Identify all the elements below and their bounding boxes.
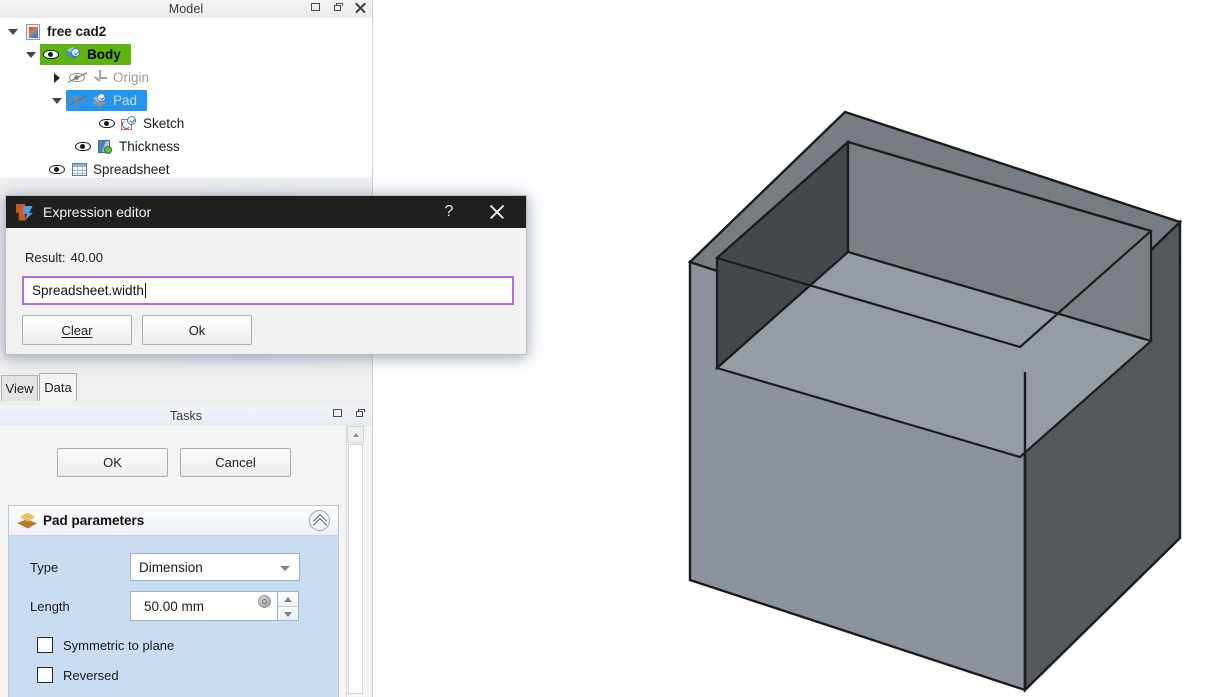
tab-data[interactable]: Data [39, 373, 77, 401]
tree-item-label: Spreadsheet [93, 162, 170, 177]
tree-item-label: Body [87, 47, 121, 62]
expression-editor-buttons: Clear Ok [22, 315, 252, 345]
scrollbar-thumb[interactable] [348, 444, 363, 694]
scrollbar-up-icon[interactable] [347, 426, 364, 443]
tasks-panel-buttons [332, 407, 367, 421]
visibility-eye-icon[interactable] [46, 158, 68, 181]
tree-item-label: Pad [113, 93, 138, 108]
expression-editor-dialog: Expression editor ? Result: 40.00 Spreads… [5, 195, 527, 355]
expander-chevron-down-icon[interactable] [48, 89, 66, 112]
symmetric-to-plane-checkbox[interactable] [37, 637, 53, 653]
restore-icon[interactable] [332, 407, 345, 421]
tree-item-label: free cad2 [47, 24, 107, 39]
model-tree[interactable]: free cad2 Body Origin Pad Sketch Thickne… [0, 18, 372, 178]
visibility-eye-hidden-icon[interactable] [66, 66, 88, 89]
pad-parameters-panel: Pad parameters Type Dimension Length 50.… [8, 505, 339, 697]
expression-input[interactable]: Spreadsheet.width [22, 276, 514, 305]
pad-length-row: Length 50.00 mm [9, 591, 338, 621]
clear-button[interactable]: Clear [22, 315, 132, 345]
expression-input-value: Spreadsheet.width [32, 283, 144, 298]
pad-length-label: Length [30, 598, 70, 614]
spreadsheet-icon [68, 158, 90, 181]
pad-type-select[interactable]: Dimension [130, 553, 300, 581]
thickness-icon [94, 135, 116, 158]
clear-button-label: Clear [61, 322, 93, 338]
pad-type-value: Dimension [139, 559, 203, 575]
help-button[interactable]: ? [434, 196, 464, 228]
expression-editor-title: Expression editor [43, 204, 152, 220]
expression-result: Result: 40.00 [25, 250, 103, 265]
tasks-panel-title: Tasks [170, 409, 202, 423]
visibility-eye-icon[interactable] [96, 112, 118, 135]
reversed-label: Reversed [63, 667, 119, 683]
reversed-row[interactable]: Reversed [9, 660, 338, 690]
tasks-scroll-area: OK Cancel Pad parameters Type Dimension … [0, 426, 347, 697]
chevron-down-icon [280, 566, 290, 571]
expander-chevron-down-icon[interactable] [22, 43, 40, 66]
origin-axis-icon [88, 66, 110, 89]
pad-length-spinbox[interactable]: 50.00 mm [130, 591, 300, 621]
close-icon[interactable] [478, 196, 516, 228]
close-icon[interactable] [354, 1, 367, 15]
pad-type-label: Type [30, 559, 59, 575]
float-icon[interactable] [332, 1, 345, 15]
model-panel-header: Model [0, 0, 372, 18]
spinner-buttons [278, 591, 299, 621]
ok-button[interactable]: Ok [142, 315, 252, 345]
tasks-panel-header: Tasks [0, 406, 372, 426]
tree-item-document[interactable]: free cad2 [0, 20, 372, 43]
task-dialog-buttons: OK Cancel [0, 448, 347, 477]
spinner-up-icon[interactable] [278, 592, 298, 607]
tasks-panel: Tasks OK Cancel Pad parameters Type Dime… [0, 406, 372, 697]
expression-editor-titlebar[interactable]: Expression editor ? [6, 196, 526, 228]
body-cube-icon [62, 43, 84, 66]
tree-item-thickness[interactable]: Thickness [0, 135, 372, 158]
visibility-eye-icon[interactable] [72, 135, 94, 158]
pad-parameters-icon [17, 511, 39, 531]
tree-item-spreadsheet[interactable]: Spreadsheet [0, 158, 372, 181]
symmetric-to-plane-row[interactable]: Symmetric to plane [9, 630, 338, 660]
pad-icon [88, 89, 110, 112]
spinner-down-icon[interactable] [278, 606, 298, 620]
tree-item-label: Thickness [119, 139, 180, 154]
cancel-button[interactable]: Cancel [180, 448, 291, 477]
pad-type-row: Type Dimension [9, 552, 338, 582]
expander-chevron-right-icon[interactable] [48, 66, 66, 89]
tree-item-body[interactable]: Body [0, 43, 372, 66]
tasks-panel-body: OK Cancel Pad parameters Type Dimension … [0, 426, 372, 697]
restore-icon[interactable] [310, 1, 323, 15]
expression-editor-body: Result: 40.00 Spreadsheet.width Clear Ok [6, 228, 526, 354]
model-panel-buttons [310, 1, 367, 15]
expander-chevron-down-icon[interactable] [4, 20, 22, 43]
freecad-app-icon [16, 203, 33, 221]
tree-item-label: Origin [113, 70, 150, 85]
tree-item-label: Sketch [143, 116, 185, 131]
reversed-checkbox[interactable] [37, 667, 53, 683]
text-caret [144, 283, 146, 298]
pad-parameters-header[interactable]: Pad parameters [9, 506, 338, 536]
pad-length-value: 50.00 mm [144, 598, 205, 614]
tree-item-pad[interactable]: Pad [0, 89, 372, 112]
sketch-icon [118, 112, 140, 135]
collapse-chevron-up-icon[interactable] [309, 510, 330, 531]
property-view-tabs: View Data [0, 373, 372, 401]
tab-view[interactable]: View [1, 375, 38, 401]
document-icon [22, 20, 44, 43]
tree-item-origin[interactable]: Origin [0, 66, 372, 89]
tasks-scrollbar[interactable] [346, 426, 364, 697]
symmetric-to-plane-label: Symmetric to plane [63, 637, 175, 653]
float-icon[interactable] [354, 407, 367, 421]
expression-editor-icon[interactable] [258, 595, 271, 608]
pad-parameters-body: Type Dimension Length 50.00 mm Symmetric… [9, 536, 338, 697]
pad-length-input[interactable]: 50.00 mm [130, 591, 278, 621]
freecad-window: Model free cad2 Body Origin Pad Sketch T… [0, 0, 1222, 697]
ok-button[interactable]: OK [57, 448, 168, 477]
expression-result-label: Result: [25, 250, 66, 265]
visibility-eye-icon[interactable] [40, 43, 62, 66]
visibility-eye-hidden-icon[interactable] [66, 89, 88, 112]
tree-item-sketch[interactable]: Sketch [0, 112, 372, 135]
expression-result-value: 40.00 [70, 250, 104, 265]
pad-parameters-title: Pad parameters [43, 513, 145, 528]
